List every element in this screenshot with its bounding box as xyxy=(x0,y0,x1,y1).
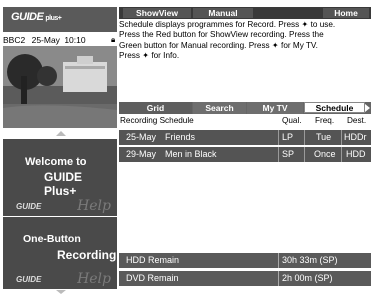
remain-value: 30h 33m (SP) xyxy=(282,255,338,265)
one-button-text: One-Button xyxy=(23,233,81,245)
showview-button[interactable]: ShowView xyxy=(123,8,191,18)
row-frequency: Tue xyxy=(316,132,332,142)
scroll-up-arrow-icon[interactable] xyxy=(56,131,66,136)
remain-label: HDD Remain xyxy=(126,255,180,265)
tab-search[interactable]: Search xyxy=(193,102,246,114)
tab-my-tv[interactable]: My TV xyxy=(247,102,303,114)
schedule-row[interactable]: 25-May Friends LP Tue HDDr xyxy=(119,130,371,145)
panel-guide-logo: GUIDE xyxy=(16,275,42,284)
help-watermark: Help xyxy=(77,198,111,214)
status-date: 25-May xyxy=(31,35,60,45)
info-line: Press the Red button for ShowView record… xyxy=(119,30,324,40)
tab-schedule[interactable]: Schedule xyxy=(304,102,365,113)
row-destination: HDDr xyxy=(344,132,367,142)
info-text: Schedule displays programmes for Record.… xyxy=(119,20,371,72)
row-title: Men in Black xyxy=(165,149,217,159)
tab-bar: Grid Search My TV Schedule xyxy=(119,102,371,114)
row-date: 25-May xyxy=(126,132,157,142)
scroll-down-arrow-icon[interactable] xyxy=(56,290,66,294)
column-header-destination: Dest. xyxy=(347,116,367,125)
column-header-quality: Qual. xyxy=(282,116,302,125)
info-line: Green button for Manual recording. Press… xyxy=(119,40,318,50)
remain-value: 2h 00m (SP) xyxy=(282,273,333,283)
column-header-frequency: Freq. xyxy=(315,116,335,125)
home-button[interactable]: Home xyxy=(323,8,369,18)
logo-text: GUIDE plus+ xyxy=(11,11,62,23)
recording-text: Recording xyxy=(57,248,117,262)
hdd-remain-row: HDD Remain 30h 33m (SP) xyxy=(119,253,371,268)
schedule-empty-area xyxy=(119,164,371,251)
status-time: 10:10 xyxy=(64,35,86,45)
channel-name: BBC2 xyxy=(3,35,26,45)
row-quality: LP xyxy=(282,132,294,142)
tab-grid[interactable]: Grid xyxy=(119,102,192,114)
manual-button[interactable]: Manual xyxy=(193,8,253,18)
row-quality: SP xyxy=(282,149,295,159)
dvd-remain-row: DVD Remain 2h 00m (SP) xyxy=(119,271,371,286)
tab-right-arrow-icon[interactable] xyxy=(365,104,370,112)
welcome-big-text: GUIDE Plus+ xyxy=(44,170,83,198)
tv-preview-window xyxy=(3,46,117,128)
welcome-panel[interactable]: Welcome to GUIDE Plus+ GUIDE Help xyxy=(3,139,117,216)
top-menu-bar: ShowView Manual Home xyxy=(119,7,371,19)
guide-plus-screen: GUIDE plus+ BBC2 25-May 10:10 🔒︎ Welcome … xyxy=(0,0,373,295)
row-destination: HDD xyxy=(346,149,366,159)
row-date: 29-May xyxy=(126,149,157,159)
row-frequency: Once xyxy=(314,149,336,159)
schedule-title: Recording Schedule xyxy=(120,116,194,125)
welcome-small-text: Welcome to xyxy=(25,156,87,168)
preview-image xyxy=(3,46,117,128)
lock-icon: 🔒︎ xyxy=(111,35,116,44)
one-button-recording-panel[interactable]: One-Button Recording GUIDE Help xyxy=(3,217,117,289)
help-watermark: Help xyxy=(77,271,111,287)
info-line: Press ✦ for Info. xyxy=(119,51,180,61)
row-title: Friends xyxy=(165,132,196,142)
channel-status: BBC2 25-May 10:10 🔒︎ xyxy=(3,35,117,46)
panel-guide-logo: GUIDE xyxy=(16,202,42,211)
schedule-row[interactable]: 29-May Men in Black SP Once HDD xyxy=(119,147,371,162)
guide-plus-logo: GUIDE plus+ xyxy=(3,7,117,32)
info-line: Schedule displays programmes for Record.… xyxy=(119,20,336,29)
remain-label: DVD Remain xyxy=(126,273,179,283)
